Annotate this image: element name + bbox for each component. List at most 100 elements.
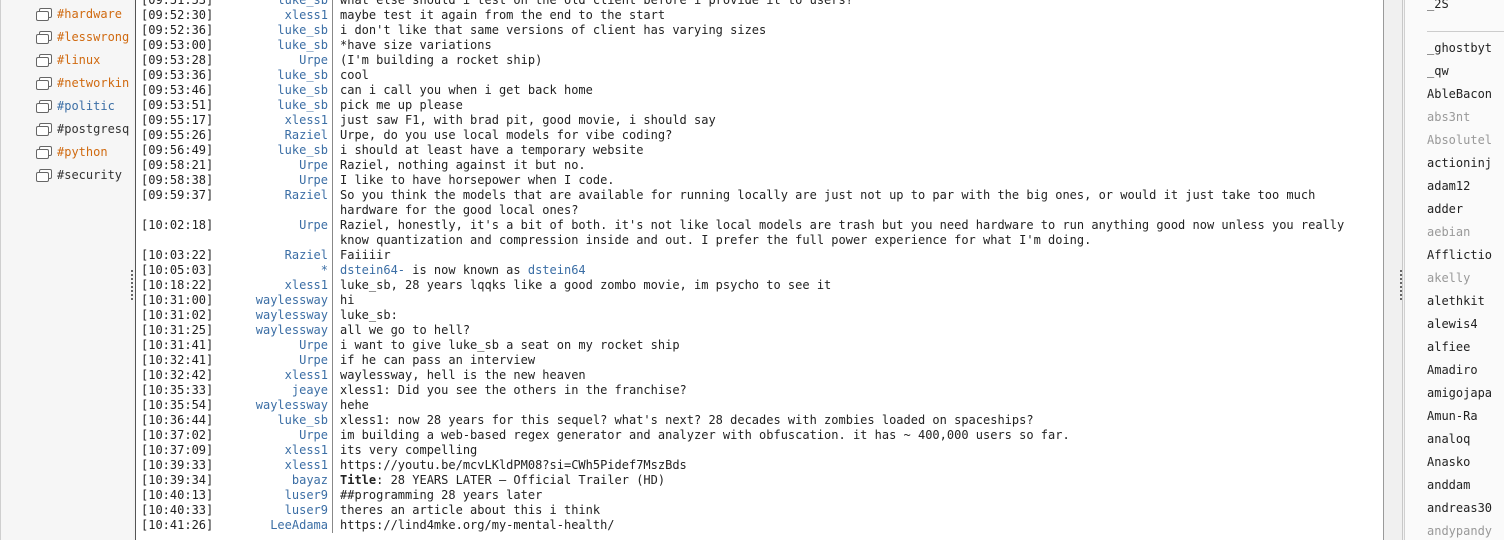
message-nick[interactable]: luke_sb (200, 0, 333, 8)
channel-icon (36, 7, 52, 21)
user-list-entry[interactable]: Afflictio (1427, 245, 1492, 265)
user-list-partial-entry[interactable]: _2S (1427, 0, 1449, 14)
chat-buffer[interactable]: [09:51:53] luke_sb what else should i test… (135, 0, 1384, 540)
user-list-entry[interactable]: anddam (1427, 475, 1470, 495)
message-text: can i call you when i get back home (340, 83, 593, 97)
channel-item[interactable]: #hardware (36, 5, 122, 23)
user-list-entry[interactable]: _ghostbyt (1427, 38, 1492, 58)
channel-item[interactable]: #networkin (36, 74, 129, 92)
message-nick[interactable]: luke_sb (200, 38, 333, 53)
message-nick[interactable]: * (200, 263, 333, 278)
message-nick[interactable]: waylessway (200, 308, 333, 323)
user-list-entry[interactable]: Amadiro (1427, 360, 1478, 380)
channel-icon (36, 99, 52, 113)
user-list-entry[interactable]: abs3nt (1427, 107, 1470, 127)
message-nick[interactable]: Raziel (200, 128, 333, 143)
message-text: its very compelling (340, 443, 478, 457)
message-text: Raziel, honestly, it's a bit of both. it… (340, 218, 1345, 247)
message-nick[interactable]: Raziel (200, 248, 333, 263)
message-text: Title: 28 YEARS LATER – Official Trailer… (340, 473, 1375, 488)
message-text: xless1: now 28 years for this sequel? wh… (340, 413, 1034, 427)
user-list-entry[interactable]: analoq (1427, 429, 1470, 449)
channel-item[interactable]: #python (36, 143, 108, 161)
channel-item[interactable]: #politic (36, 97, 115, 115)
message-nick[interactable]: luke_sb (200, 98, 333, 113)
message-text: i want to give luke_sb a seat on my rock… (340, 338, 680, 352)
message-nick[interactable]: luke_sb (200, 413, 333, 428)
message-text: https://youtu.be/mcvLKldPM08?si=CWh5Pide… (340, 458, 687, 472)
message-nick[interactable]: LeeAdama (200, 518, 333, 533)
message-nick[interactable]: luke_sb (200, 143, 333, 158)
message-nick[interactable]: luser9 (200, 503, 333, 518)
user-list-entry[interactable]: alewis4 (1427, 314, 1478, 334)
message-text: pick me up please (340, 98, 463, 112)
channel-item[interactable]: #postgresq (36, 120, 129, 138)
message-nick[interactable]: jeaye (200, 383, 333, 398)
user-list-entry[interactable]: aebian (1427, 222, 1470, 242)
user-list-entry[interactable]: adam12 (1427, 176, 1470, 196)
message-nick[interactable]: Urpe (200, 428, 333, 443)
message-text: (I'm building a rocket ship) (340, 53, 543, 67)
user-list-entry[interactable]: alethkit (1427, 291, 1485, 311)
message-text: dstein64- is now known as dstein64 (340, 263, 1375, 278)
message-text: luke_sb: (340, 308, 398, 322)
nick-change-text: is now known as (405, 263, 528, 277)
user-list-entry[interactable]: andreas30 (1427, 498, 1492, 518)
channel-icon (36, 122, 52, 136)
channel-icon (36, 168, 52, 182)
user-list-entry[interactable]: Anasko (1427, 452, 1470, 472)
message-nick[interactable]: luser9 (200, 488, 333, 503)
message-text: So you think the models that are availab… (340, 188, 1316, 217)
message-nick[interactable]: xless1 (200, 113, 333, 128)
channel-item[interactable]: #lesswrong (36, 28, 129, 46)
message-nick[interactable]: xless1 (200, 458, 333, 473)
channel-item[interactable]: #security (36, 166, 122, 184)
message-nick[interactable]: xless1 (200, 443, 333, 458)
user-list-separator (1427, 31, 1504, 32)
message-nick[interactable]: luke_sb (200, 23, 333, 38)
message-nick[interactable]: xless1 (200, 278, 333, 293)
channel-item[interactable]: #linux (36, 51, 100, 69)
message-nick[interactable]: Urpe (200, 158, 333, 173)
user-list-entry[interactable]: Amun-Ra (1427, 406, 1478, 426)
message-nick[interactable]: waylessway (200, 398, 333, 413)
user-list[interactable]: _2S _ghostbyt _qw AbleBacon abs3nt Absolutel… (1404, 0, 1504, 540)
user-list-entry[interactable]: akelly (1427, 268, 1470, 288)
user-list-entry[interactable]: amigojapa (1427, 383, 1492, 403)
message-text: all we go to hell? (340, 323, 471, 337)
old-nick[interactable]: dstein64- (340, 263, 405, 277)
right-pane-resize-grip[interactable] (1400, 270, 1402, 300)
message-nick[interactable]: Urpe (200, 173, 333, 188)
channel-label: #linux (57, 53, 101, 67)
message-nick[interactable]: luke_sb (200, 68, 333, 83)
message-text: Urpe, do you use local models for vibe c… (340, 128, 673, 142)
message-text: maybe test it again from the end to the … (340, 8, 666, 22)
message-nick[interactable]: Urpe (200, 353, 333, 368)
message-text: if he can pass an interview (340, 353, 536, 367)
channel-label: #hardware (57, 7, 123, 21)
channel-icon (36, 30, 52, 44)
message-nick[interactable]: bayaz (200, 473, 333, 488)
new-nick[interactable]: dstein64 (528, 263, 586, 277)
message-nick[interactable]: Urpe (200, 53, 333, 68)
channel-label: #politic (57, 99, 115, 113)
message-text: xless1: Did you see the others in the fr… (340, 383, 687, 397)
title-label: Title (340, 473, 377, 487)
user-list-entry[interactable]: andypandy (1427, 521, 1492, 540)
user-list-entry[interactable]: _qw (1427, 61, 1449, 81)
message-nick[interactable]: Raziel (200, 188, 333, 218)
message-nick[interactable]: xless1 (200, 368, 333, 383)
user-list-entry[interactable]: AbleBacon (1427, 84, 1492, 104)
message-nick[interactable]: waylessway (200, 323, 333, 338)
user-list-entry[interactable]: actioninj (1427, 153, 1492, 173)
message-nick[interactable]: Urpe (200, 218, 333, 248)
message-nick[interactable]: Urpe (200, 338, 333, 353)
left-pane-resize-grip[interactable] (131, 270, 133, 300)
message-nick[interactable]: xless1 (200, 8, 333, 23)
user-list-entry[interactable]: Absolutel (1427, 130, 1492, 150)
message-nick[interactable]: waylessway (200, 293, 333, 308)
channel-label: #python (57, 145, 108, 159)
user-list-entry[interactable]: adder (1427, 199, 1463, 219)
message-nick[interactable]: luke_sb (200, 83, 333, 98)
user-list-entry[interactable]: alfiee (1427, 337, 1470, 357)
